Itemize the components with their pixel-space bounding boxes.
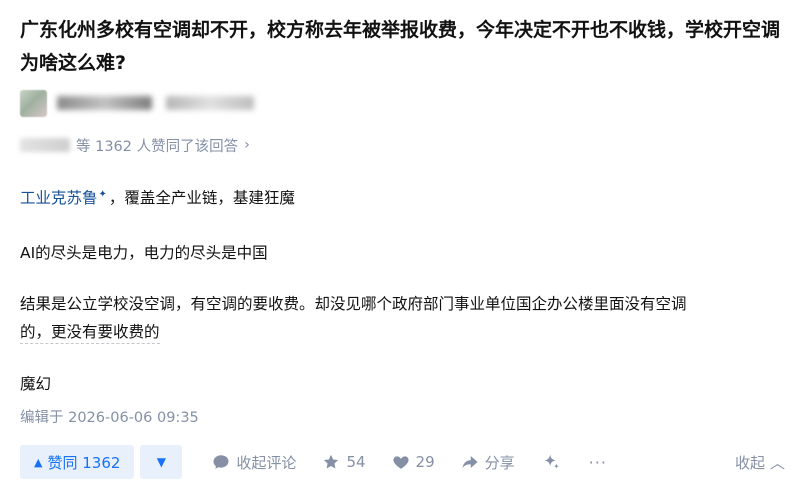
author-avatar[interactable] [20,89,47,117]
like-button[interactable]: 29 [392,453,435,471]
vote-down-button[interactable]: ▼ [140,445,183,479]
more-options-button[interactable]: ··· [589,453,607,472]
chevron-right-icon: › [244,137,250,153]
answer-paragraph: AI的尽头是电力，电力的尽头是中国 [20,244,268,262]
blurred-author-name [57,96,152,110]
sparkle-icon [543,454,559,469]
answer-line: 的，更没有要收费的 [20,323,160,344]
collapse-label: 收起 [734,453,765,472]
ai-sparkle-button[interactable] [541,452,567,472]
question-title[interactable]: 广东化州多校有空调却不开，校方称去年被举报收费，今年决定不开也不收钱，学校开空调… [20,14,785,80]
answer-author-line: 工业克苏鲁 ✦ ，覆盖全产业链，基建狂魔 [20,186,295,208]
author-headline: ，覆盖全产业链，基建狂魔 [108,189,295,207]
vote-up-label: 赞同 1362 [47,453,121,472]
blurred-voter-names [20,138,70,152]
favorite-button[interactable]: 54 [322,453,366,471]
blurred-author-bio [166,96,254,110]
answer-line: 结果是公立学校没空调，有空调的要收费。却没见哪个政府部门事业单位国企办公楼里面没… [20,295,687,313]
collapse-button[interactable]: 收起 ︿ [735,452,785,473]
star-icon [324,454,339,469]
chevron-up-icon: ︿ [769,453,785,472]
comment-label: 收起评论 [236,453,297,472]
heart-icon [392,456,409,469]
author-info-row [20,89,254,117]
comment-button[interactable]: 收起评论 [212,452,296,473]
vote-up-button[interactable]: ▲ 赞同 1362 [20,445,135,479]
like-count: 29 [415,453,435,471]
voters-text: 等 1362 人赞同了该回答 [76,138,239,155]
verified-spark-icon: ✦ [98,188,107,200]
triangle-up-icon: ▲ [34,455,43,469]
triangle-down-icon: ▼ [156,455,167,469]
share-button[interactable]: 分享 [461,452,515,473]
answer-paragraph: 结果是公立学校没空调，有空调的要收费。却没见哪个政府部门事业单位国企办公楼里面没… [20,290,790,346]
share-label: 分享 [484,453,515,472]
favorite-count: 54 [346,453,366,471]
comment-bubble-icon [213,455,229,469]
answer-action-bar: ▲ 赞同 1362 ▼ 收起评论 54 29 分享 ··· 收起 ︿ [20,444,785,480]
edited-timestamp[interactable]: 编辑于 2026-06-06 09:35 [20,406,199,427]
more-dots-icon: ··· [588,452,607,472]
answer-paragraph: 魔幻 [20,375,52,393]
voters-summary[interactable]: 等 1362 人赞同了该回答 › [20,133,250,157]
share-arrow-icon [462,456,478,468]
author-link[interactable]: 工业克苏鲁 [20,186,98,208]
